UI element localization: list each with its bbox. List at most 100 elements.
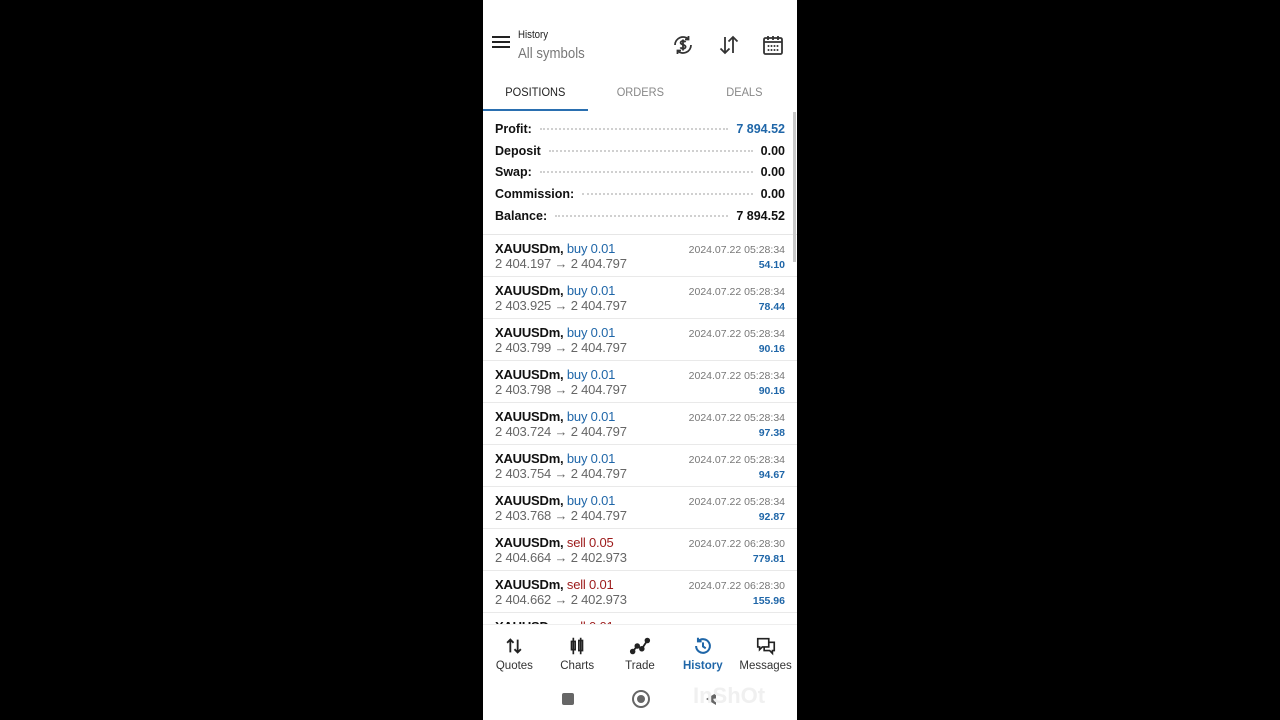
arrow-icon: →: [554, 592, 568, 608]
position-row[interactable]: XAUUSDm, sell 0.01 2 404.662 → 2 402.973 2…: [483, 571, 797, 614]
menu-icon[interactable]: [492, 36, 510, 50]
nav-quotes[interactable]: Quotes: [483, 625, 546, 680]
nav-charts[interactable]: Charts: [546, 625, 609, 680]
close-price: 2 404.797: [570, 508, 627, 524]
position-side: buy 0.01: [566, 283, 616, 299]
summary-panel: Profit: 7 894.52 Deposit 0.00 Swap: 0.00…: [483, 112, 797, 236]
position-profit: 90.16: [758, 343, 785, 356]
summary-value: 0.00: [760, 143, 785, 158]
position-prices: 2 403.724 → 2 404.797: [495, 424, 785, 439]
recents-button[interactable]: [562, 693, 574, 705]
watermark: InShOt: [693, 683, 766, 708]
position-prices: 2 403.768 → 2 404.797: [495, 508, 785, 523]
position-symbol: XAUUSDm,: [495, 367, 564, 383]
position-time: 2024.07.22 06:28:30: [688, 580, 785, 593]
nav-label: Quotes: [495, 660, 533, 672]
summary-value: 7 894.52: [736, 122, 785, 136]
arrow-icon: →: [554, 550, 568, 566]
nav-messages[interactable]: Messages: [734, 625, 797, 680]
close-price: 2 404.797: [570, 256, 627, 272]
position-symbol: XAUUSDm,: [495, 325, 564, 341]
position-prices: 2 404.662 → 2 402.973: [495, 592, 785, 607]
dotted-leader: [555, 214, 729, 217]
summary-label: Deposit: [495, 143, 541, 158]
position-profit: 92.87: [758, 511, 785, 524]
close-price: 2 404.797: [570, 298, 627, 314]
position-side: buy 0.01: [566, 325, 616, 341]
position-symbol: XAUUSDm,: [495, 283, 564, 299]
position-row[interactable]: XAUUSDm, buy 0.01 2 403.768 → 2 404.797 20…: [483, 487, 797, 530]
tab-bar: POSITIONS ORDERS DEALS: [483, 76, 797, 112]
symbol-filter[interactable]: All symbols: [518, 45, 585, 62]
position-side: buy 0.01: [566, 367, 616, 383]
position-time: 2024.07.22 06:28:30: [688, 538, 785, 551]
open-price: 2 404.662: [495, 592, 552, 608]
position-row[interactable]: XAUUSDm, buy 0.01 2 403.925 → 2 404.797 20…: [483, 277, 797, 320]
nav-history[interactable]: History: [671, 625, 734, 680]
open-price: 2 404.664: [495, 550, 552, 566]
summary-value: 0.00: [760, 165, 785, 180]
position-time: 2024.07.22 05:28:34: [688, 454, 785, 467]
page-title: History: [518, 29, 549, 41]
bottom-navigation: Quotes Charts Trade History Messages: [483, 624, 797, 680]
summary-swap: Swap: 0.00: [495, 165, 785, 187]
position-time: 2024.07.22 05:28:34: [688, 244, 785, 257]
summary-value: 7 894.52: [736, 208, 785, 223]
arrow-icon: →: [554, 466, 568, 482]
position-symbol: XAUUSDm,: [495, 577, 564, 593]
nav-label: Messages: [739, 660, 792, 672]
active-tab-indicator: [483, 109, 588, 111]
position-row[interactable]: XAUUSDm, buy 0.01 2 403.799 → 2 404.797 20…: [483, 319, 797, 362]
dotted-leader: [548, 149, 753, 152]
summary-value: 0.00: [760, 187, 785, 202]
close-price: 2 404.797: [570, 424, 627, 440]
open-price: 2 403.768: [495, 508, 552, 524]
arrow-icon: →: [554, 298, 568, 314]
position-time: 2024.07.22 05:28:34: [688, 412, 785, 425]
nav-trade[interactable]: Trade: [609, 625, 672, 680]
home-button[interactable]: [632, 690, 650, 708]
nav-label: History: [682, 660, 723, 672]
phone-screen: History All symbols POSITIONS ORDERS DEA…: [483, 0, 797, 720]
arrow-icon: →: [554, 508, 568, 524]
close-price: 2 404.797: [570, 466, 627, 482]
history-list[interactable]: Profit: 7 894.52 Deposit 0.00 Swap: 0.00…: [483, 112, 797, 624]
dotted-leader: [582, 193, 753, 196]
position-row[interactable]: XAUUSDm, buy 0.01 2 404.197 → 2 404.797 20…: [483, 235, 797, 278]
chat-bubbles-icon: [756, 637, 775, 656]
currency-sync-icon[interactable]: [671, 33, 695, 57]
position-profit: 155.96: [752, 595, 785, 608]
position-profit: 97.38: [758, 427, 785, 440]
summary-profit: Profit: 7 894.52: [495, 122, 785, 144]
position-row[interactable]: XAUUSDm, sell 0.05 2 404.664 → 2 402.973 2…: [483, 529, 797, 572]
position-side: buy 0.01: [566, 451, 616, 467]
history-clock-icon: [694, 637, 711, 654]
position-time: 2024.07.22 05:28:34: [688, 370, 785, 383]
tab-positions[interactable]: POSITIONS: [487, 76, 583, 112]
position-symbol: XAUUSDm,: [495, 409, 564, 425]
position-row[interactable]: XAUUSDm, buy 0.01 2 403.754 → 2 404.797 20…: [483, 445, 797, 488]
position-side: buy 0.01: [566, 241, 616, 257]
close-price: 2 402.973: [570, 592, 627, 608]
position-side: buy 0.01: [566, 493, 616, 509]
position-time: 2024.07.22 05:28:34: [688, 496, 785, 509]
calendar-icon[interactable]: [761, 33, 785, 57]
tab-orders[interactable]: ORDERS: [592, 76, 688, 112]
position-row[interactable]: XAUUSDm, buy 0.01 2 403.724 → 2 404.797 20…: [483, 403, 797, 446]
position-profit: 94.67: [758, 469, 785, 482]
positions-list: XAUUSDm, buy 0.01 2 404.197 → 2 404.797 20…: [483, 235, 797, 624]
arrow-icon: →: [554, 382, 568, 398]
position-profit: 779.81: [752, 553, 785, 566]
position-time: 2024.07.22 05:28:34: [688, 328, 785, 341]
position-profit: 54.10: [758, 259, 785, 272]
tab-deals[interactable]: DEALS: [697, 76, 793, 112]
app-bar: History All symbols: [483, 0, 797, 72]
nav-label: Charts: [560, 660, 595, 672]
summary-balance: Balance: 7 894.52: [495, 209, 785, 231]
position-row[interactable]: XAUUSDm, sell 0.01 2024.07.22 06:28:30: [483, 613, 797, 624]
sort-icon[interactable]: [717, 33, 741, 57]
position-prices: 2 403.754 → 2 404.797: [495, 466, 785, 481]
position-row[interactable]: XAUUSDm, buy 0.01 2 403.798 → 2 404.797 20…: [483, 361, 797, 404]
open-price: 2 404.197: [495, 256, 552, 272]
position-time: 2024.07.22 05:28:34: [688, 286, 785, 299]
